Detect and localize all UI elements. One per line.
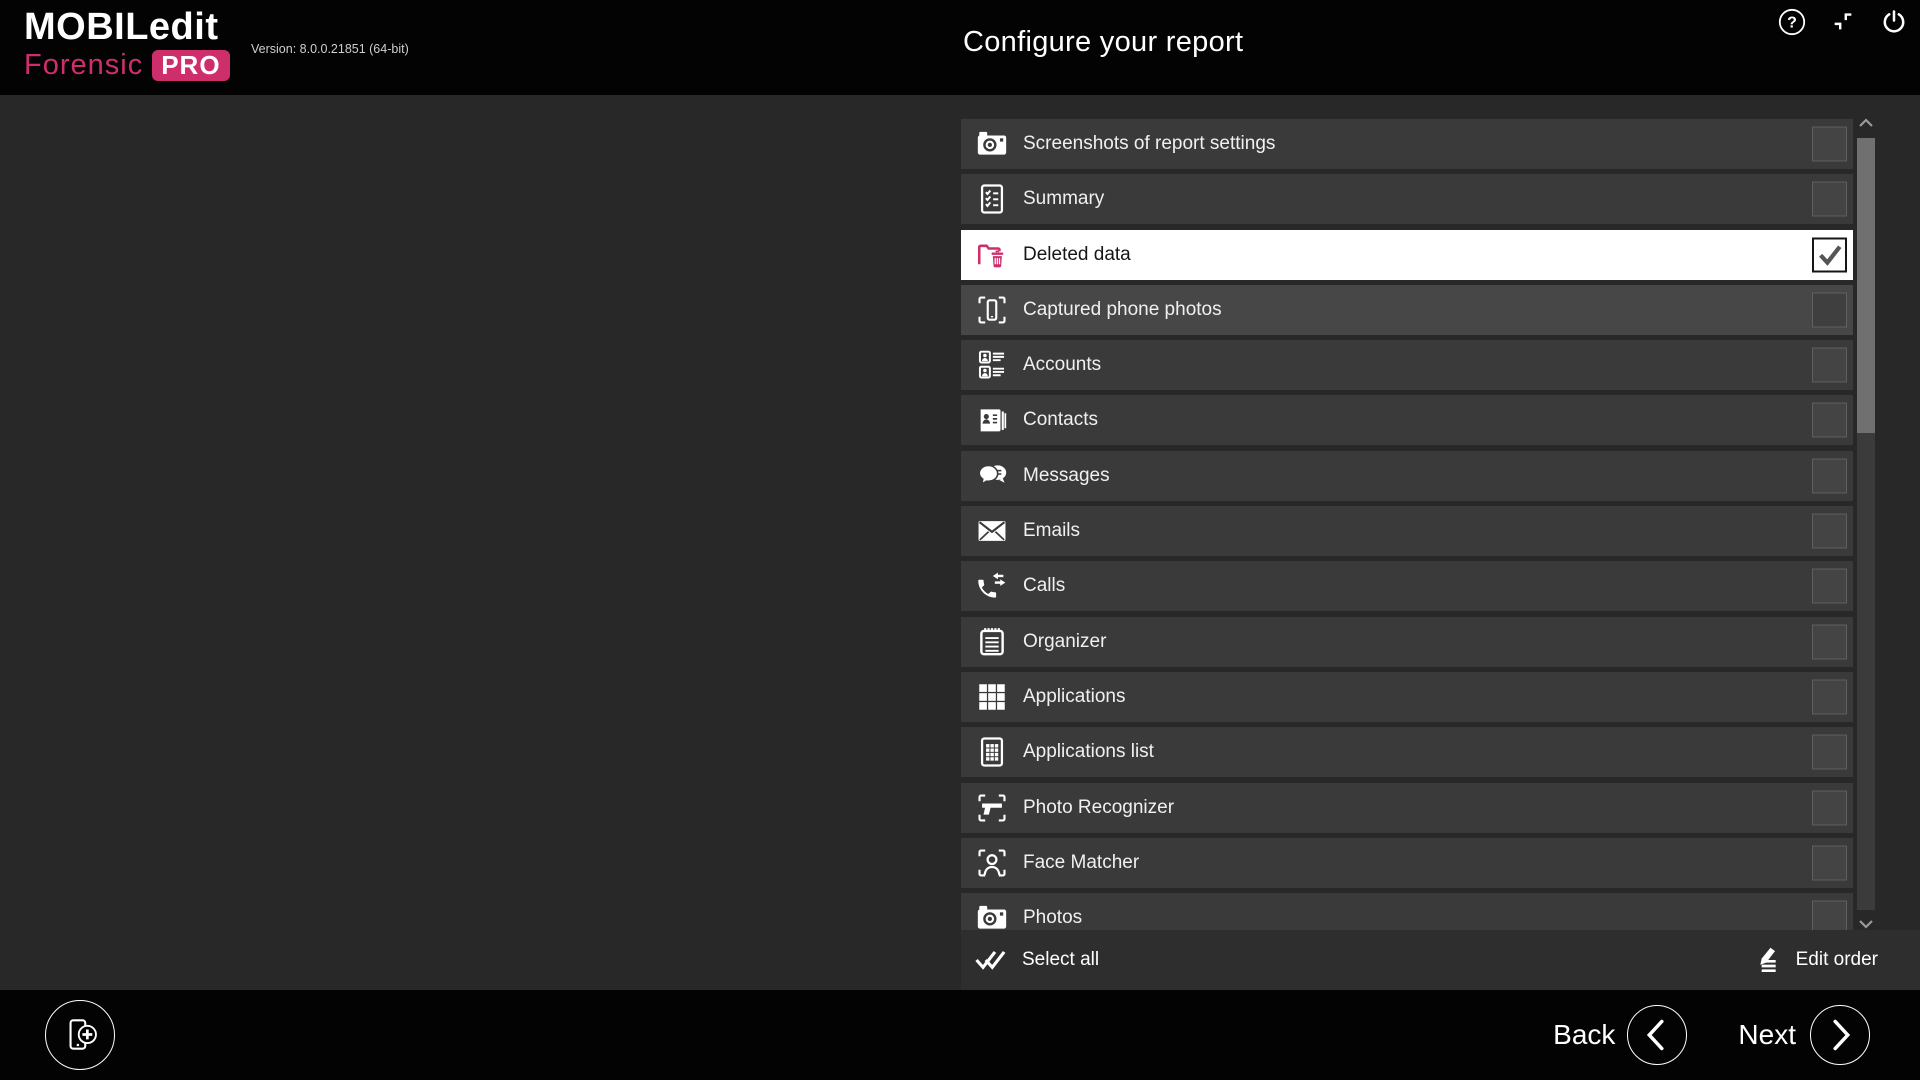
list-item-photos[interactable]: Photos (961, 893, 1853, 930)
list-item-label: Organizer (1023, 631, 1106, 653)
checkbox[interactable] (1812, 127, 1847, 162)
emails-icon (975, 514, 1009, 548)
list-item-face-matcher[interactable]: Face Matcher (961, 838, 1853, 888)
messages-icon (975, 459, 1009, 493)
back-button[interactable] (1627, 1005, 1687, 1065)
list-item-messages[interactable]: Messages (961, 451, 1853, 501)
camera-icon (975, 127, 1009, 161)
app-logo: MOBILedit Forensic PRO (24, 8, 230, 81)
version-label: Version: 8.0.0.21851 (64-bit) (251, 42, 409, 56)
list-item-screenshots-of-report-settings[interactable]: Screenshots of report settings (961, 119, 1853, 169)
list-item-accounts[interactable]: Accounts (961, 340, 1853, 390)
list-item-label: Applications list (1023, 741, 1154, 763)
checkbox[interactable] (1812, 458, 1847, 493)
deleted-data-icon (975, 238, 1009, 272)
select-all-label: Select all (1022, 949, 1099, 971)
edit-order-button[interactable]: Edit order (1751, 930, 1878, 990)
checkbox[interactable] (1812, 237, 1847, 272)
checkbox[interactable] (1812, 292, 1847, 327)
edit-order-label: Edit order (1796, 949, 1878, 971)
summary-icon (975, 182, 1009, 216)
checkbox[interactable] (1812, 735, 1847, 770)
help-icon[interactable] (1778, 8, 1806, 36)
applications-icon (975, 680, 1009, 714)
organizer-icon (975, 625, 1009, 659)
checkbox[interactable] (1812, 403, 1847, 438)
edit-order-icon (1751, 944, 1783, 976)
back-label: Back (1553, 1019, 1615, 1051)
logo-pro-badge: PRO (152, 50, 229, 81)
list-item-label: Face Matcher (1023, 852, 1139, 874)
calls-icon (975, 569, 1009, 603)
power-icon[interactable] (1880, 8, 1908, 36)
next-button[interactable] (1810, 1005, 1870, 1065)
list-item-label: Accounts (1023, 354, 1101, 376)
list-item-label: Messages (1023, 465, 1110, 487)
contacts-icon (975, 403, 1009, 437)
chevron-right-icon (1811, 1005, 1869, 1065)
checkbox[interactable] (1812, 790, 1847, 825)
list-item-organizer[interactable]: Organizer (961, 617, 1853, 667)
list-item-label: Photo Recognizer (1023, 797, 1174, 819)
logo-forensic: Forensic (24, 51, 143, 80)
photo-recognizer-icon (975, 791, 1009, 825)
logo-mobiledit: MOBILedit (24, 8, 230, 46)
checkbox[interactable] (1812, 624, 1847, 659)
select-all-icon (973, 943, 1007, 977)
checkbox[interactable] (1812, 569, 1847, 604)
checkbox[interactable] (1812, 901, 1847, 930)
list-item-applications-list[interactable]: Applications list (961, 727, 1853, 777)
captured-phone-icon (975, 293, 1009, 327)
checkbox[interactable] (1812, 182, 1847, 217)
list-item-label: Contacts (1023, 409, 1098, 431)
face-matcher-icon (975, 846, 1009, 880)
add-phone-icon (59, 1014, 101, 1056)
list-item-label: Applications (1023, 686, 1125, 708)
scrollbar-thumb[interactable] (1857, 138, 1875, 433)
list-item-calls[interactable]: Calls (961, 561, 1853, 611)
resize-icon[interactable] (1829, 8, 1857, 36)
list-item-emails[interactable]: Emails (961, 506, 1853, 556)
list-item-label: Deleted data (1023, 244, 1131, 266)
bottom-navigation-bar: Back Next (0, 990, 1920, 1080)
add-phone-button[interactable] (45, 1000, 115, 1070)
list-item-summary[interactable]: Summary (961, 174, 1853, 224)
list-item-photo-recognizer[interactable]: Photo Recognizer (961, 783, 1853, 833)
list-item-label: Summary (1023, 188, 1104, 210)
list-item-captured-phone-photos[interactable]: Captured phone photos (961, 285, 1853, 335)
next-label: Next (1738, 1019, 1796, 1051)
applications-list-icon (975, 735, 1009, 769)
scrollbar-track[interactable] (1857, 138, 1875, 910)
scroll-up-icon[interactable] (1857, 112, 1875, 134)
list-item-contacts[interactable]: Contacts (961, 395, 1853, 445)
list-item-label: Captured phone photos (1023, 299, 1222, 321)
app-window: MOBILedit Forensic PRO Version: 8.0.0.21… (0, 0, 1920, 1080)
list-item-applications[interactable]: Applications (961, 672, 1853, 722)
photos-icon (975, 901, 1009, 930)
list-item-label: Screenshots of report settings (1023, 133, 1275, 155)
select-all-button[interactable]: Select all (965, 930, 1107, 990)
list-footer-bar: Select all Edit order (961, 930, 1920, 990)
accounts-icon (975, 348, 1009, 382)
checkbox[interactable] (1812, 845, 1847, 880)
scrollbar (1857, 112, 1875, 134)
list-item-deleted-data[interactable]: Deleted data (961, 230, 1853, 280)
report-sections-list: Screenshots of report settings Summary D… (961, 95, 1853, 930)
checkbox[interactable] (1812, 514, 1847, 549)
header: MOBILedit Forensic PRO Version: 8.0.0.21… (0, 0, 1920, 95)
list-item-label: Photos (1023, 907, 1082, 929)
list-item-label: Emails (1023, 520, 1080, 542)
checkbox[interactable] (1812, 348, 1847, 383)
list-item-label: Calls (1023, 575, 1065, 597)
chevron-left-icon (1628, 1005, 1686, 1065)
checkbox[interactable] (1812, 679, 1847, 714)
page-title: Configure your report (963, 26, 1243, 59)
